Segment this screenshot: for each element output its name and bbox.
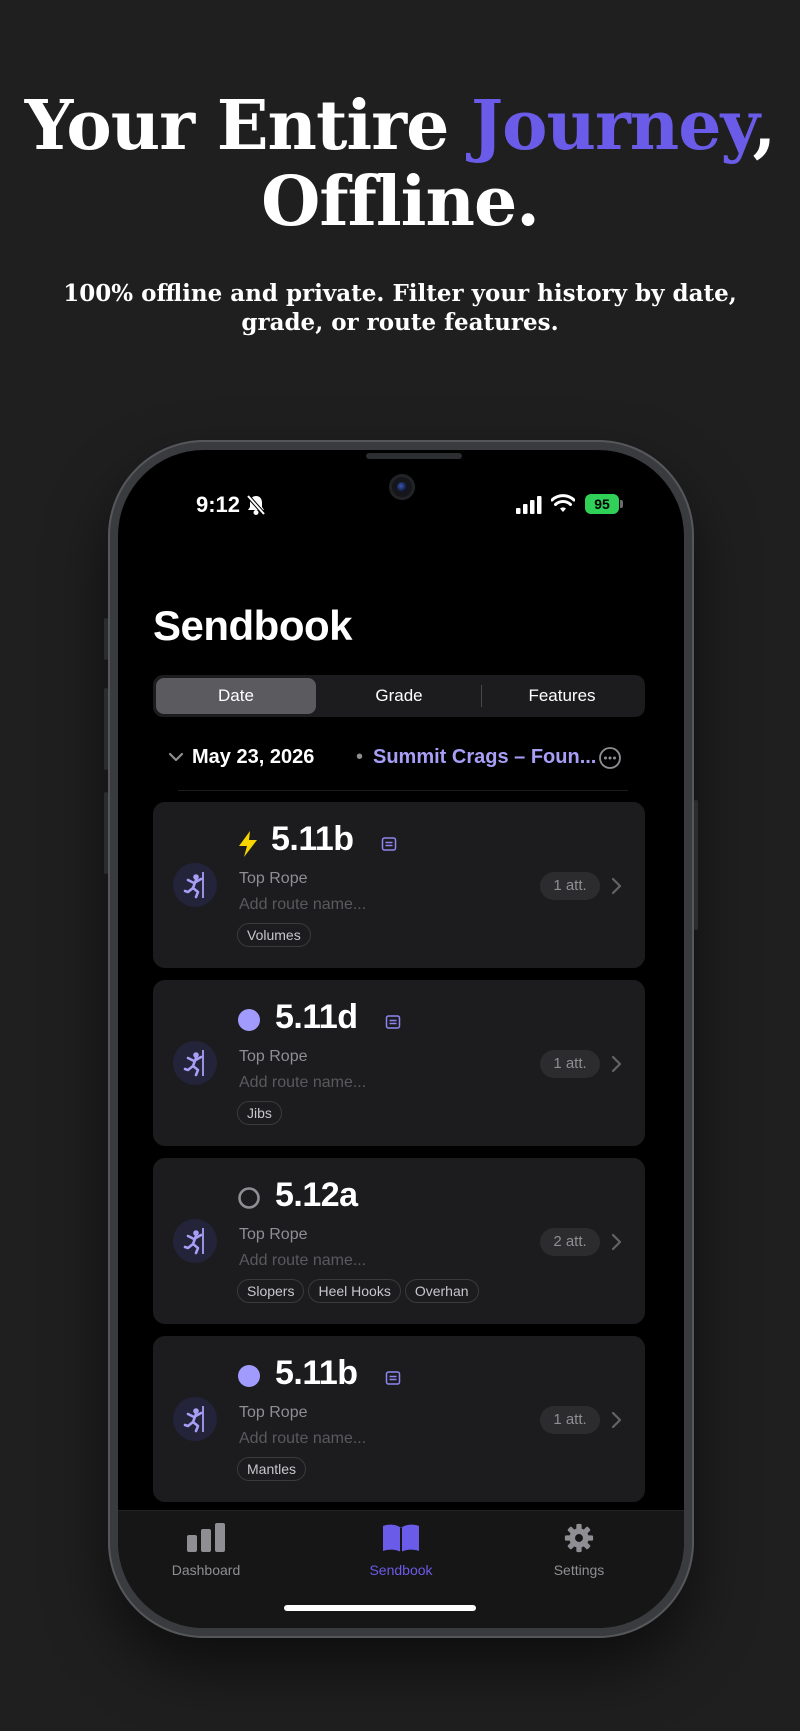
chevron-right-icon xyxy=(611,1055,622,1073)
climb-grade: 5.11b xyxy=(271,820,354,858)
segment-grade[interactable]: Grade xyxy=(319,678,479,714)
promo-headline: Your Entire Journey, Offline. xyxy=(0,88,800,240)
bell-muted-icon xyxy=(246,494,266,516)
tab-dashboard[interactable]: Dashboard xyxy=(146,1523,266,1578)
climb-grade: 5.11d xyxy=(275,998,358,1036)
session-location[interactable]: Summit Crags – Foun... xyxy=(373,746,596,769)
session-date: May 23, 2026 xyxy=(192,746,315,768)
climb-style: Top Rope xyxy=(239,870,308,887)
phone-side-button xyxy=(104,792,108,874)
session-header[interactable]: May 23, 2026 • Summit Crags – Foun... xyxy=(168,744,638,774)
chevron-down-icon[interactable] xyxy=(168,751,184,763)
front-camera xyxy=(389,474,415,500)
phone-side-button xyxy=(104,688,108,770)
tab-sendbook[interactable]: Sendbook xyxy=(341,1523,461,1578)
phone-frame: 9:12 95 Sendbook Date Grade Features May… xyxy=(104,440,698,1638)
earpiece-speaker xyxy=(366,453,462,459)
home-indicator[interactable] xyxy=(284,1605,476,1611)
divider xyxy=(178,790,628,791)
climb-style: Top Rope xyxy=(239,1226,308,1243)
tab-label: Settings xyxy=(553,1562,605,1578)
attempts-badge: 1 att. xyxy=(540,1050,600,1078)
segment-date[interactable]: Date xyxy=(156,678,316,714)
feature-tag: Volumes xyxy=(237,923,311,947)
feature-tags: Jibs xyxy=(237,1101,507,1127)
battery-indicator: 95 xyxy=(585,494,619,514)
headline-comma: , xyxy=(752,86,777,166)
phone-side-button xyxy=(104,618,108,660)
top-rope-climber-icon xyxy=(173,863,217,907)
headline-accent: Journey xyxy=(471,86,754,166)
phone-side-button xyxy=(694,800,698,930)
headline-line2: Offline. xyxy=(261,162,540,243)
attempts-badge: 2 att. xyxy=(540,1228,600,1256)
tab-label: Dashboard xyxy=(171,1562,241,1578)
climb-grade: 5.11b xyxy=(275,1354,358,1392)
note-icon xyxy=(385,1371,401,1385)
battery-level: 95 xyxy=(594,496,610,512)
battery-nub xyxy=(620,500,623,508)
feature-tags: Mantles xyxy=(237,1457,507,1483)
book-icon xyxy=(383,1524,419,1552)
more-options-icon[interactable] xyxy=(598,746,622,770)
route-name-placeholder[interactable]: Add route name... xyxy=(239,1252,366,1270)
attempts-badge: 1 att. xyxy=(540,872,600,900)
top-rope-climber-icon xyxy=(173,1219,217,1263)
session-separator: • xyxy=(356,746,364,768)
feature-tags: Slopers Heel Hooks Overhan xyxy=(237,1279,507,1305)
phone-screen: 9:12 95 Sendbook Date Grade Features May… xyxy=(118,450,684,1628)
empty-circle-icon xyxy=(238,1187,260,1209)
filled-circle-icon xyxy=(238,1365,260,1387)
headline-text: Your Entire xyxy=(24,86,471,166)
feature-tag: Overhan xyxy=(404,1279,479,1303)
top-rope-climber-icon xyxy=(173,1041,217,1085)
chevron-right-icon xyxy=(611,877,622,895)
status-time: 9:12 xyxy=(196,492,241,517)
climb-style: Top Rope xyxy=(239,1048,308,1065)
chevron-right-icon xyxy=(611,1233,622,1251)
cellular-signal-icon xyxy=(516,496,542,514)
filter-segmented-control: Date Grade Features xyxy=(153,675,645,717)
feature-tag: Heel Hooks xyxy=(308,1279,401,1303)
top-rope-climber-icon xyxy=(173,1397,217,1441)
page-title: Sendbook xyxy=(153,602,353,649)
tab-settings[interactable]: Settings xyxy=(519,1523,639,1578)
chevron-right-icon xyxy=(611,1411,622,1429)
gear-icon xyxy=(564,1523,594,1553)
feature-tag: Slopers xyxy=(237,1279,305,1303)
feature-tag: Jibs xyxy=(237,1101,282,1125)
note-icon xyxy=(381,837,397,851)
climb-card[interactable]: 5.11b Top Rope Add route name... Mantles… xyxy=(153,1336,645,1502)
climb-card[interactable]: 5.11b Top Rope Add route name... Volumes… xyxy=(153,802,645,968)
route-name-placeholder[interactable]: Add route name... xyxy=(239,1074,366,1092)
filled-circle-icon xyxy=(238,1009,260,1031)
note-icon xyxy=(385,1015,401,1029)
climb-style: Top Rope xyxy=(239,1404,308,1421)
climb-grade: 5.12a xyxy=(275,1176,358,1214)
route-name-placeholder[interactable]: Add route name... xyxy=(239,1430,366,1448)
bar-chart-icon xyxy=(187,1523,225,1552)
attempts-badge: 1 att. xyxy=(540,1406,600,1434)
climb-card[interactable]: 5.12a Top Rope Add route name... Slopers… xyxy=(153,1158,645,1324)
feature-tags: Volumes xyxy=(237,923,507,949)
tab-label: Sendbook xyxy=(369,1562,433,1578)
wifi-icon xyxy=(551,494,575,512)
segment-features[interactable]: Features xyxy=(482,678,642,714)
feature-tag: Mantles xyxy=(237,1457,307,1481)
lightning-icon xyxy=(239,831,257,857)
promo-subheadline: 100% offline and private. Filter your hi… xyxy=(63,280,737,336)
route-name-placeholder[interactable]: Add route name... xyxy=(239,896,366,914)
climb-card[interactable]: 5.11d Top Rope Add route name... Jibs 1 … xyxy=(153,980,645,1146)
